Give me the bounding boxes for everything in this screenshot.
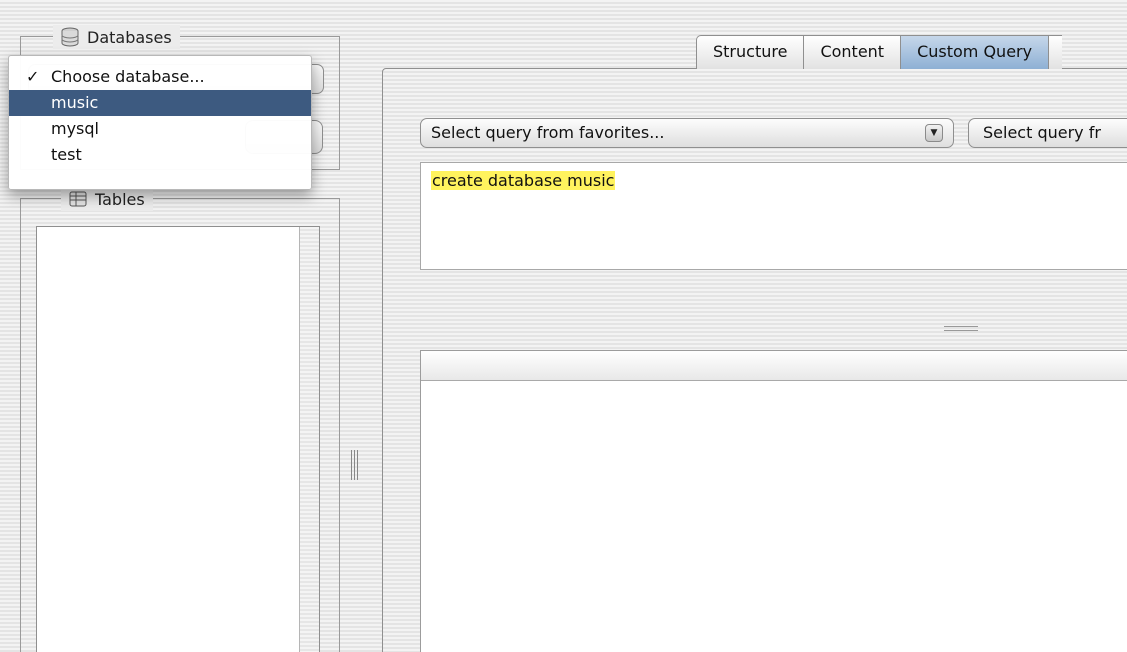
database-menu: ✓ Choose database... music mysql test	[8, 55, 312, 190]
menu-item-label: music	[51, 93, 99, 112]
favorites-select[interactable]: Select query from favorites... ▼	[420, 118, 954, 148]
results-table[interactable]	[420, 350, 1127, 652]
menu-item-label: Choose database...	[51, 67, 205, 86]
tab-bar: Structure Content Custom Query	[696, 35, 1063, 69]
split-view-grip[interactable]	[351, 450, 358, 480]
tab-structure[interactable]: Structure	[696, 35, 804, 69]
query-editor[interactable]: create database music	[420, 162, 1127, 270]
chevron-down-icon: ▼	[925, 124, 943, 142]
menu-item-label: test	[51, 145, 82, 164]
menu-item-mysql[interactable]: mysql	[9, 116, 311, 142]
results-header	[421, 351, 1127, 381]
checkmark-icon: ✓	[26, 67, 40, 86]
menu-item-test[interactable]: test	[9, 142, 311, 168]
tab-content[interactable]: Content	[803, 35, 901, 69]
databases-legend: Databases	[53, 25, 180, 49]
favorites-select-label: Select query from favorites...	[431, 123, 665, 142]
databases-label: Databases	[87, 27, 172, 47]
query-results-splitter[interactable]	[944, 326, 978, 331]
table-icon	[67, 188, 89, 210]
menu-item-label: mysql	[51, 119, 99, 138]
query-text: create database music	[431, 171, 616, 190]
history-select[interactable]: Select query fr	[968, 118, 1127, 148]
history-select-label: Select query fr	[983, 123, 1101, 142]
tables-list[interactable]	[36, 226, 320, 652]
database-icon	[59, 26, 81, 48]
menu-item-music[interactable]: music	[9, 90, 311, 116]
tab-custom-query[interactable]: Custom Query	[900, 35, 1049, 69]
tables-scrollbar[interactable]	[299, 227, 319, 652]
menu-item-choose-database[interactable]: ✓ Choose database...	[9, 64, 311, 90]
tables-label: Tables	[95, 189, 145, 209]
tables-legend: Tables	[61, 187, 153, 211]
tab-next-partial[interactable]	[1048, 35, 1063, 69]
